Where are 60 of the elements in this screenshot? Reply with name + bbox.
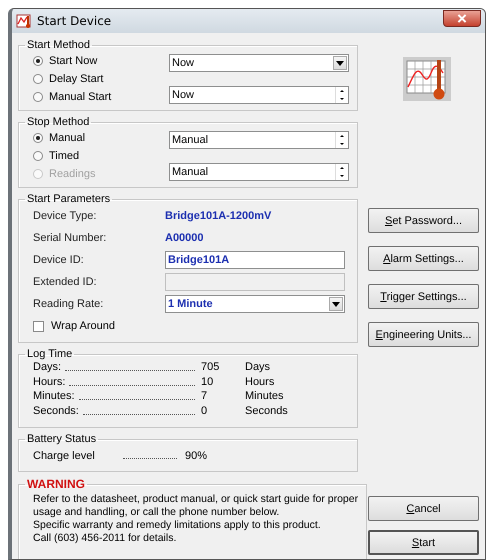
dropdown-arrow-icon — [336, 60, 344, 66]
time-value: 0 — [201, 404, 208, 416]
time-value: 705 — [201, 361, 220, 373]
spin-arrows-icon — [338, 164, 346, 180]
group-title: Log Time — [26, 348, 74, 360]
field-label: Device ID: — [33, 254, 85, 266]
wrap-around-checkbox[interactable]: Wrap Around — [33, 316, 349, 336]
chart-thermometer-icon — [402, 57, 450, 101]
spin-arrows-icon — [338, 132, 346, 148]
time-label: Seconds: — [33, 404, 79, 416]
input-field[interactable]: Bridge101A — [165, 251, 345, 269]
time-unit: Seconds — [245, 404, 289, 416]
charge-label: Charge level — [33, 450, 96, 462]
radio-option[interactable]: Manual Start — [33, 89, 112, 104]
field-label: Serial Number: — [33, 232, 108, 244]
time-unit: Hours — [245, 376, 276, 388]
field-label: Device Type: — [33, 210, 98, 222]
info-value: Bridge101A-1200mV — [165, 210, 272, 222]
group-title: Battery Status — [26, 433, 98, 445]
time-unit: Minutes — [245, 390, 285, 402]
warning-text: Refer to the datasheet, product manual, or quick start guide for proper — [33, 493, 358, 506]
spin-box[interactable]: Manual — [169, 163, 349, 181]
spin-box[interactable]: Now — [169, 86, 349, 104]
dropdown[interactable]: Now — [169, 54, 349, 72]
radio-option[interactable]: Manual — [33, 130, 96, 145]
dropdown-arrow-icon — [332, 302, 340, 306]
dialog-button[interactable]: Cancel — [368, 496, 479, 521]
charge-value: 90% — [185, 450, 208, 462]
radio-option[interactable]: Delay Start — [33, 71, 112, 86]
warning-title: WARNING — [26, 477, 86, 491]
leader-line — [123, 458, 177, 459]
time-unit: Days — [245, 361, 272, 373]
close-button[interactable] — [443, 10, 481, 26]
time-value: 10 — [201, 376, 214, 388]
radio-option[interactable]: Timed — [33, 148, 96, 163]
dialog-button[interactable]: Start — [368, 530, 479, 555]
time-value: 7 — [201, 390, 208, 402]
group-title: Start Parameters — [26, 193, 112, 205]
info-value: A00000 — [165, 232, 204, 244]
spin-arrows-icon — [338, 87, 346, 103]
warning-text: Call (603) 456-2011 for details. — [33, 532, 178, 545]
group-title: Stop Method — [26, 116, 90, 128]
chart-thermometer-icon — [16, 13, 32, 29]
spin-box[interactable]: Manual — [169, 131, 349, 149]
dialog-button[interactable]: Set Password... — [368, 208, 479, 233]
group-title: Start Method — [26, 39, 91, 51]
close-icon — [457, 14, 467, 22]
warning-text: Specific warranty and remedy limitations apply to this product. — [33, 519, 322, 532]
dropdown[interactable]: 1 Minute — [165, 295, 345, 313]
dialog-button[interactable]: Trigger Settings... — [368, 284, 479, 309]
time-label: Minutes: — [33, 390, 75, 402]
field-label: Reading Rate: — [33, 298, 104, 310]
radio-option[interactable]: Start Now — [33, 53, 112, 68]
dialog-button[interactable]: Alarm Settings... — [368, 246, 479, 271]
time-label: Days: — [33, 361, 62, 373]
time-label: Hours: — [33, 376, 66, 388]
warning-text: usage and handling, or call the phone number below. — [33, 506, 280, 519]
dialog-button[interactable]: Engineering Units... — [368, 322, 479, 347]
field-label: Extended ID: — [33, 276, 98, 288]
window-title: Start Device — [37, 14, 112, 28]
